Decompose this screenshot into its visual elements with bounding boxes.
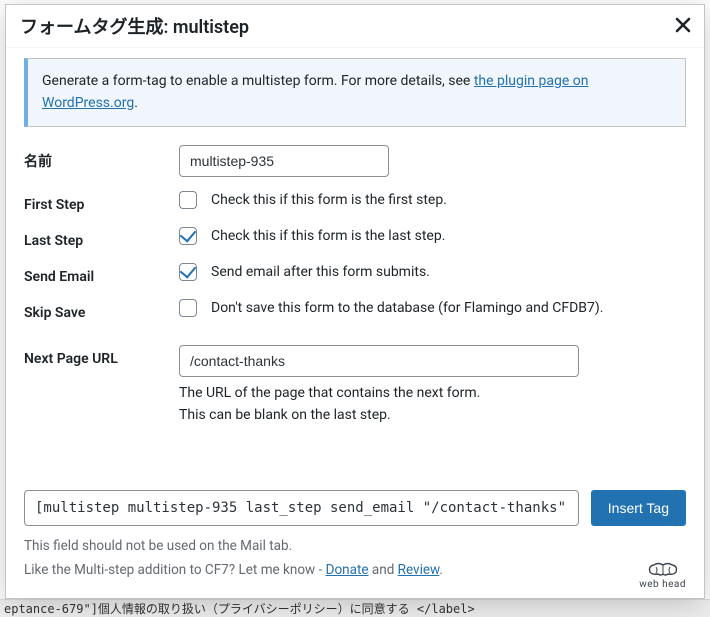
send-email-text: Send email after this form submits. — [211, 264, 430, 280]
form-tag-generator-dialog: フォームタグ生成: multistep Generate a form-tag … — [5, 4, 705, 599]
insert-tag-button[interactable]: Insert Tag — [591, 490, 686, 526]
info-box: Generate a form-tag to enable a multiste… — [24, 58, 686, 127]
generated-tag-input[interactable] — [24, 490, 579, 526]
next-url-hint-2: This can be blank on the last step. — [179, 405, 686, 427]
donate-link[interactable]: Donate — [326, 562, 369, 578]
skip-save-label: Skip Save — [24, 299, 179, 321]
last-step-label: Last Step — [24, 227, 179, 249]
first-step-text: Check this if this form is the first ste… — [211, 192, 447, 208]
like-text-pre: Like the Multi-step addition to CF7? Let… — [24, 562, 326, 578]
send-email-checkbox[interactable] — [179, 263, 197, 281]
background-editor-line: eptance-679"]個人情報の取り扱い（プライバシーポリシー）に同意する … — [0, 599, 710, 617]
dialog-title: フォームタグ生成: multistep — [6, 5, 704, 48]
skip-save-checkbox[interactable] — [179, 299, 197, 317]
last-step-text: Check this if this form is the last step… — [211, 228, 445, 244]
last-step-checkbox[interactable] — [179, 227, 197, 245]
and-text: and — [369, 562, 398, 578]
first-step-checkbox[interactable] — [179, 191, 197, 209]
info-text-post: . — [134, 95, 138, 111]
mail-tab-note: This field should not be used on the Mai… — [24, 538, 686, 554]
next-url-input[interactable] — [179, 345, 579, 377]
name-input[interactable] — [179, 145, 389, 177]
brain-icon — [644, 560, 682, 578]
name-label: 名前 — [24, 145, 179, 171]
send-email-label: Send Email — [24, 263, 179, 285]
review-link[interactable]: Review — [398, 562, 440, 578]
first-step-label: First Step — [24, 191, 179, 213]
webhead-logo: web head — [639, 560, 686, 590]
skip-save-text: Don't save this form to the database (fo… — [211, 300, 603, 316]
next-url-hint-1: The URL of the page that contains the ne… — [179, 383, 686, 405]
next-url-label: Next Page URL — [24, 345, 179, 367]
like-text-post: . — [439, 562, 443, 578]
webhead-text: web head — [639, 579, 686, 590]
close-icon[interactable] — [674, 15, 692, 39]
info-text-pre: Generate a form-tag to enable a multiste… — [42, 73, 474, 89]
